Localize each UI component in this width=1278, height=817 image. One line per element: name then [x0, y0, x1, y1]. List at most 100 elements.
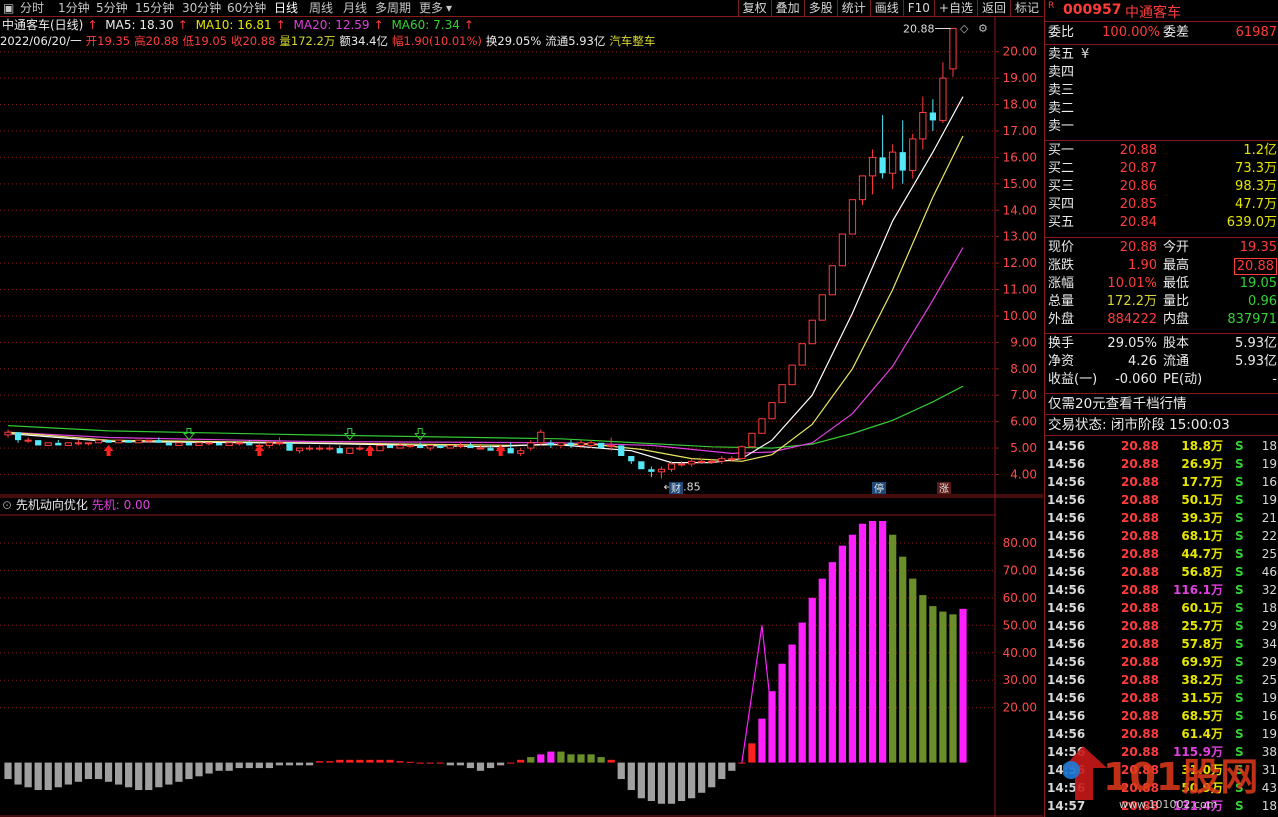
indicator-bar[interactable] [687, 762, 696, 799]
candle[interactable] [94, 439, 103, 444]
diamond-icon[interactable]: ◇ [960, 22, 969, 35]
indicator-bar[interactable] [295, 762, 304, 766]
indicator-bar[interactable] [205, 762, 213, 774]
indicator-bar[interactable] [557, 751, 565, 763]
indicator-bar[interactable] [155, 762, 163, 788]
indicator-bar[interactable] [848, 534, 857, 763]
indicator-bar[interactable] [939, 611, 947, 763]
indicator-bar[interactable] [587, 754, 595, 763]
indicator-bar[interactable] [929, 606, 937, 763]
candle[interactable] [848, 199, 857, 235]
candle[interactable] [618, 445, 625, 457]
indicator-bar[interactable] [336, 759, 344, 763]
candle[interactable] [858, 175, 867, 205]
indicator-bar[interactable] [607, 759, 615, 763]
candle[interactable] [135, 439, 143, 444]
period-tab-1[interactable]: 1分钟 [58, 0, 90, 16]
indicator-bar[interactable] [426, 762, 434, 764]
indicator-bar[interactable] [517, 759, 525, 763]
indicator-bar[interactable] [84, 762, 93, 780]
candle[interactable] [64, 442, 72, 446]
candle[interactable] [14, 432, 22, 443]
candle[interactable] [838, 233, 847, 267]
candle[interactable] [788, 364, 796, 386]
indicator-bar[interactable] [386, 759, 394, 763]
candle[interactable] [356, 445, 364, 451]
candle[interactable] [55, 440, 62, 446]
indicator-bar[interactable] [808, 597, 816, 763]
indicator-bar[interactable] [677, 762, 686, 802]
indicator-bar[interactable] [104, 762, 113, 782]
indicator-bar[interactable] [466, 762, 475, 769]
period-tab-6[interactable]: 日线 [274, 0, 298, 16]
indicator-bar[interactable] [748, 743, 756, 763]
candle[interactable] [305, 445, 314, 451]
candle[interactable] [718, 456, 726, 464]
period-tab-3[interactable]: 15分钟 [135, 0, 174, 16]
toolbar-button-7[interactable]: 返回 [976, 0, 1010, 16]
candle[interactable] [235, 442, 243, 446]
indicator-bar[interactable] [4, 762, 12, 780]
indicator-bar[interactable] [758, 718, 766, 763]
indicator-bar[interactable] [909, 578, 917, 763]
indicator-bar[interactable] [547, 751, 555, 763]
indicator-bar[interactable] [125, 762, 133, 788]
indicator-bar[interactable] [74, 762, 83, 782]
indicator-bar[interactable] [145, 762, 153, 791]
candle[interactable] [547, 440, 554, 449]
candle[interactable] [507, 442, 514, 454]
candle[interactable] [868, 149, 877, 195]
indicator-bar[interactable] [878, 520, 887, 763]
candle[interactable] [195, 442, 203, 446]
indicator-bar[interactable] [577, 754, 585, 763]
period-tab-4[interactable]: 30分钟 [182, 0, 221, 16]
candle[interactable] [889, 144, 897, 190]
promo-link[interactable]: 仅需20元查看千档行情 [1048, 395, 1278, 413]
toolbar-button-0[interactable]: 复权 [737, 0, 771, 16]
indicator-bar[interactable] [366, 759, 374, 763]
indicator-bar[interactable] [265, 762, 274, 769]
indicator-bar[interactable] [728, 762, 736, 771]
indicator-bar[interactable] [788, 644, 796, 763]
candle[interactable] [84, 442, 93, 446]
indicator-bar[interactable] [305, 762, 314, 766]
indicator-bar[interactable] [195, 762, 203, 777]
candle[interactable] [316, 445, 324, 451]
indicator-bar[interactable] [436, 762, 444, 764]
indicator-bar[interactable] [708, 762, 716, 788]
candle[interactable] [74, 440, 83, 446]
toolbar-button-2[interactable]: 多股 [803, 0, 837, 16]
toolbar-button-6[interactable]: +自选 [933, 0, 977, 16]
indicator-name[interactable]: 先机动向优化 [16, 498, 88, 512]
period-tab-9[interactable]: 多周期 [375, 0, 411, 16]
candle[interactable] [175, 442, 183, 446]
indicator-bar[interactable] [376, 759, 384, 763]
indicator-bar[interactable] [114, 762, 123, 785]
candle[interactable] [417, 442, 424, 449]
candle[interactable] [125, 440, 132, 443]
indicator-bar[interactable] [275, 762, 284, 766]
indicator-bar[interactable] [175, 762, 183, 782]
toolbar-button-4[interactable]: 画线 [869, 0, 903, 16]
period-tab-2[interactable]: 5分钟 [96, 0, 128, 16]
indicator-bar[interactable] [14, 762, 22, 785]
indicator-bar[interactable] [778, 663, 786, 763]
candle[interactable] [336, 445, 343, 454]
indicator-bar[interactable] [868, 520, 877, 763]
candle[interactable] [286, 442, 293, 451]
indicator-bar[interactable] [34, 762, 42, 791]
candle[interactable] [467, 442, 474, 449]
candle[interactable] [205, 442, 213, 446]
candle[interactable] [456, 442, 465, 449]
indicator-bar[interactable] [637, 762, 645, 799]
candle[interactable] [517, 448, 525, 457]
indicator-bar[interactable] [44, 762, 52, 791]
indicator-bar[interactable] [486, 762, 495, 769]
candle[interactable] [24, 437, 32, 443]
indicator-bar[interactable] [507, 762, 515, 764]
candle[interactable] [778, 384, 786, 404]
indicator-bar[interactable] [135, 762, 143, 791]
candle[interactable] [346, 447, 354, 454]
candle[interactable] [567, 440, 575, 449]
candle[interactable] [386, 445, 394, 449]
